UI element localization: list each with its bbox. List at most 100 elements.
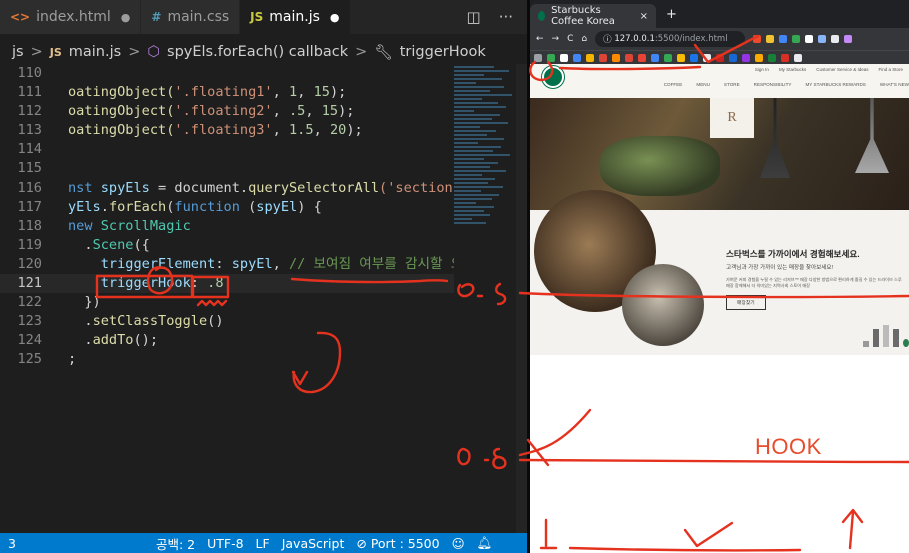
- starbucks-page[interactable]: Sign In My Starbucks Customer Service & …: [530, 64, 909, 553]
- sub-menu-item[interactable]: Customer Service & Ideas: [816, 67, 868, 72]
- extension-icon[interactable]: [792, 35, 801, 43]
- html-file-icon: <>: [10, 10, 31, 24]
- sub-menu-item[interactable]: Find a Store: [878, 67, 903, 72]
- unsaved-dot-icon[interactable]: ●: [330, 11, 340, 24]
- breadcrumb-callback[interactable]: spyEls.forEach() callback: [167, 44, 348, 60]
- more-actions-icon[interactable]: ···: [499, 8, 513, 26]
- unsaved-dot-icon[interactable]: ●: [121, 11, 131, 24]
- bookmark-icon[interactable]: [794, 53, 802, 62]
- bookmark-icon[interactable]: [742, 53, 750, 62]
- home-icon[interactable]: ⌂: [581, 34, 587, 44]
- store-text: 스타벅스를 가까이에서 경험해보세요. 고객님과 가장 가까이 있는 매장을 찾…: [726, 248, 906, 310]
- code-line: 110: [0, 64, 454, 83]
- bookmark-icon[interactable]: [560, 53, 568, 62]
- status-language[interactable]: JavaScript: [282, 536, 345, 551]
- browser-toolbar: ← → C ⌂ ⓘ 127.0.0.1 :5500/index.html: [530, 28, 909, 50]
- extension-icon[interactable]: [779, 35, 788, 43]
- main-menu-item[interactable]: COFFEE: [664, 82, 683, 87]
- status-problems[interactable]: 3: [8, 536, 16, 551]
- bookmark-icon[interactable]: [768, 53, 776, 62]
- breadcrumb-file[interactable]: main.js: [69, 44, 121, 60]
- main-menu-item[interactable]: MY STARBUCKS REWARDS: [805, 82, 865, 87]
- bookmark-icon[interactable]: [573, 53, 581, 62]
- reload-icon[interactable]: C: [567, 34, 573, 44]
- bookmark-icon[interactable]: [625, 53, 633, 62]
- extension-icon[interactable]: [844, 35, 853, 43]
- forward-icon[interactable]: →: [552, 34, 560, 44]
- bookmark-icon[interactable]: [586, 53, 594, 62]
- line-number: 112: [17, 103, 42, 120]
- status-live-server[interactable]: ⊘ Port : 5500: [356, 536, 439, 551]
- main-menu-item[interactable]: STORE: [724, 82, 740, 87]
- breadcrumb-property[interactable]: triggerHook: [400, 44, 486, 60]
- bookmark-icon[interactable]: [690, 53, 698, 62]
- bookmark-icon[interactable]: [612, 53, 620, 62]
- main-menu: COFFEE MENU STORE RESPONSIBILITY MY STAR…: [664, 82, 909, 87]
- starbucks-favicon-icon: [538, 11, 546, 21]
- new-tab-button[interactable]: +: [666, 7, 677, 22]
- code-line: 114: [0, 140, 454, 159]
- bookmark-icon[interactable]: [729, 53, 737, 62]
- code-line: 119 .Scene({: [0, 236, 454, 255]
- browser-tab[interactable]: Starbucks Coffee Korea ×: [530, 4, 656, 28]
- main-menu-item[interactable]: WHAT'S NEW: [880, 82, 909, 87]
- browser-window: Starbucks Coffee Korea × + ← → C ⌂ ⓘ 127…: [530, 0, 909, 553]
- status-indentation[interactable]: 공백: 2: [156, 534, 195, 553]
- bookmark-icon[interactable]: [664, 53, 672, 62]
- extension-icon[interactable]: [766, 35, 775, 43]
- code-area[interactable]: 110 111 oatingObject('.floating1', 1, 15)…: [0, 64, 454, 370]
- extension-icon[interactable]: [753, 35, 762, 43]
- tab-label: main.js: [269, 9, 320, 25]
- sub-menu-item[interactable]: Sign In: [755, 67, 769, 72]
- code-line: 124 .addTo();: [0, 331, 454, 350]
- back-icon[interactable]: ←: [536, 34, 544, 44]
- bookmark-icon[interactable]: [547, 53, 555, 62]
- js-file-icon: JS: [250, 10, 264, 24]
- extension-icon[interactable]: [818, 35, 827, 43]
- tab-main-css[interactable]: # main.css: [141, 0, 240, 34]
- code-line: 123 .setClassToggle(): [0, 312, 454, 331]
- bookmark-icon[interactable]: [599, 53, 607, 62]
- line-number: 111: [17, 84, 42, 101]
- bookmark-icon[interactable]: [638, 53, 646, 62]
- extension-icon[interactable]: [805, 35, 814, 43]
- code-line: 112 oatingObject('.floating2', .5, 15);: [0, 102, 454, 121]
- minimap[interactable]: [454, 64, 516, 324]
- split-editor-icon[interactable]: ◫: [467, 8, 481, 26]
- status-bar: 3 공백: 2 UTF-8 LF JavaScript ⊘ Port : 550…: [0, 533, 527, 553]
- bookmark-icon[interactable]: [716, 53, 724, 62]
- bookmark-icon[interactable]: [755, 53, 763, 62]
- chevron-right-icon: >: [30, 44, 43, 60]
- extension-icon[interactable]: [831, 35, 840, 43]
- line-number: 125: [17, 351, 42, 368]
- bookmark-icon[interactable]: [781, 53, 789, 62]
- status-encoding[interactable]: UTF-8: [207, 536, 243, 551]
- sub-menu-item[interactable]: My Starbucks: [779, 67, 806, 72]
- bookmark-icon[interactable]: [677, 53, 685, 62]
- address-bar[interactable]: ⓘ 127.0.0.1 :5500/index.html: [595, 31, 746, 47]
- status-eol[interactable]: LF: [256, 536, 270, 551]
- code-line: 125;: [0, 350, 454, 369]
- main-menu-item[interactable]: MENU: [696, 82, 710, 87]
- url-host: 127.0.0.1: [614, 34, 655, 44]
- tab-main-js[interactable]: JS main.js ●: [240, 0, 350, 34]
- editor-scrollbar[interactable]: [516, 64, 527, 534]
- code-line: 120 triggerElement: spyEl, // 보여짐 여부를 감시…: [0, 255, 454, 274]
- bookmark-icon[interactable]: [703, 53, 711, 62]
- code-line: 116 nst spyEls = document.querySelectorAl…: [0, 179, 454, 198]
- info-icon[interactable]: ⓘ: [603, 33, 614, 45]
- tab-index-html[interactable]: <> index.html ●: [0, 0, 141, 34]
- main-menu-item[interactable]: RESPONSIBILITY: [754, 82, 792, 87]
- browser-tab-title: Starbucks Coffee Korea: [551, 5, 615, 27]
- feedback-icon[interactable]: ☺: [452, 536, 465, 551]
- bookmark-icon[interactable]: [651, 53, 659, 62]
- bell-icon[interactable]: 🔔︎: [477, 535, 493, 551]
- starbucks-logo[interactable]: [542, 66, 564, 88]
- code-line: 113 oatingObject('.floating3', 1.5, 20);: [0, 121, 454, 140]
- close-icon[interactable]: ×: [640, 11, 648, 22]
- apps-icon[interactable]: [534, 53, 542, 62]
- site-header: Sign In My Starbucks Customer Service & …: [530, 64, 909, 98]
- breadcrumb-folder[interactable]: js: [12, 44, 24, 60]
- breadcrumb: js > JS main.js > ⬡ spyEls.forEach() cal…: [0, 40, 486, 64]
- find-store-button[interactable]: 매장찾기: [726, 295, 766, 310]
